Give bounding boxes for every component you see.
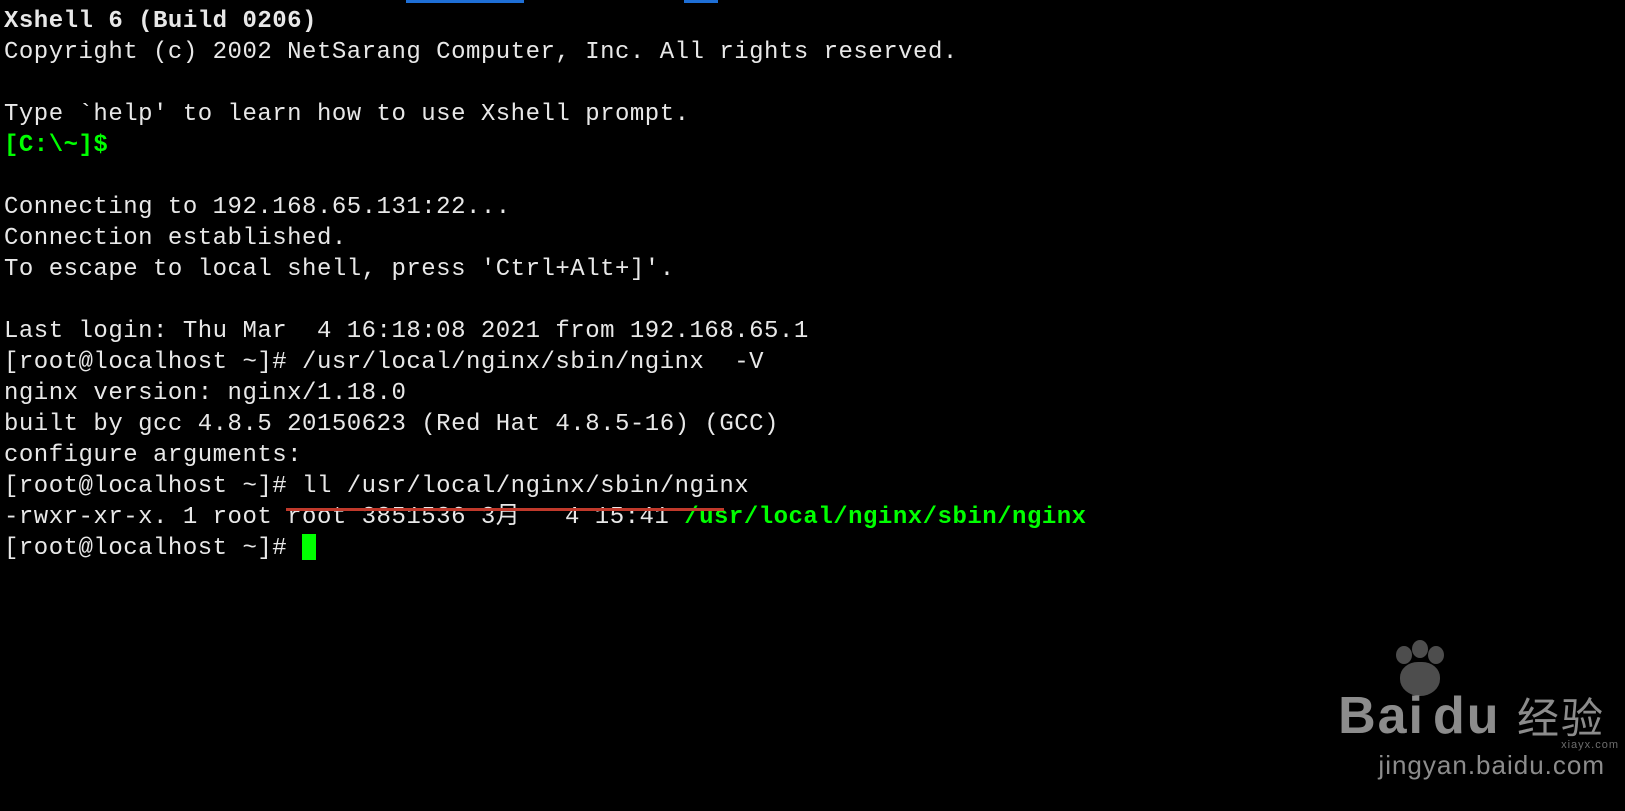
connect-escape: To escape to local shell, press 'Ctrl+Al…	[4, 256, 675, 283]
built-by-output: built by gcc 4.8.5 20150623 (Red Hat 4.8…	[4, 411, 779, 438]
annotation-underline	[286, 508, 724, 511]
connect-established: Connection established.	[4, 225, 347, 252]
shell-prompt: [root@localhost ~]#	[4, 473, 302, 500]
last-login: Last login: Thu Mar 4 16:18:08 2021 from…	[4, 318, 809, 345]
ll-output-path: /usr/local/nginx/sbin/nginx	[684, 504, 1086, 531]
cmd-nginx-version: /usr/local/nginx/sbin/nginx -V	[302, 349, 764, 376]
watermark: Baidu 经验 jingyan.baidu.com	[1338, 685, 1605, 781]
watermark-suffix: 经验	[1517, 695, 1605, 742]
shell-prompt: [root@localhost ~]#	[4, 349, 302, 376]
local-prompt: [C:\~]$	[4, 132, 108, 159]
banner-help: Type `help' to learn how to use Xshell p…	[4, 101, 690, 128]
nginx-version-output: nginx version: nginx/1.18.0	[4, 380, 406, 407]
watermark-url: jingyan.baidu.com	[1338, 750, 1605, 781]
window-chrome-accent	[406, 0, 524, 3]
terminal-cursor[interactable]	[302, 534, 316, 560]
terminal-output[interactable]: Xshell 6 (Build 0206) Copyright (c) 2002…	[0, 0, 1625, 570]
watermark-paw-icon	[1400, 662, 1440, 701]
window-chrome-accent	[684, 0, 718, 3]
shell-prompt: [root@localhost ~]#	[4, 535, 302, 562]
cmd-ll: ll /usr/local/nginx/sbin/nginx	[302, 473, 749, 500]
watermark-brand2: du	[1433, 687, 1501, 745]
configure-output: configure arguments:	[4, 442, 302, 469]
banner-copyright: Copyright (c) 2002 NetSarang Computer, I…	[4, 39, 958, 66]
watermark-side: xiayx.com	[1561, 739, 1619, 751]
connect-line: Connecting to 192.168.65.131:22...	[4, 194, 511, 221]
banner-title: Xshell 6 (Build 0206)	[4, 8, 317, 35]
